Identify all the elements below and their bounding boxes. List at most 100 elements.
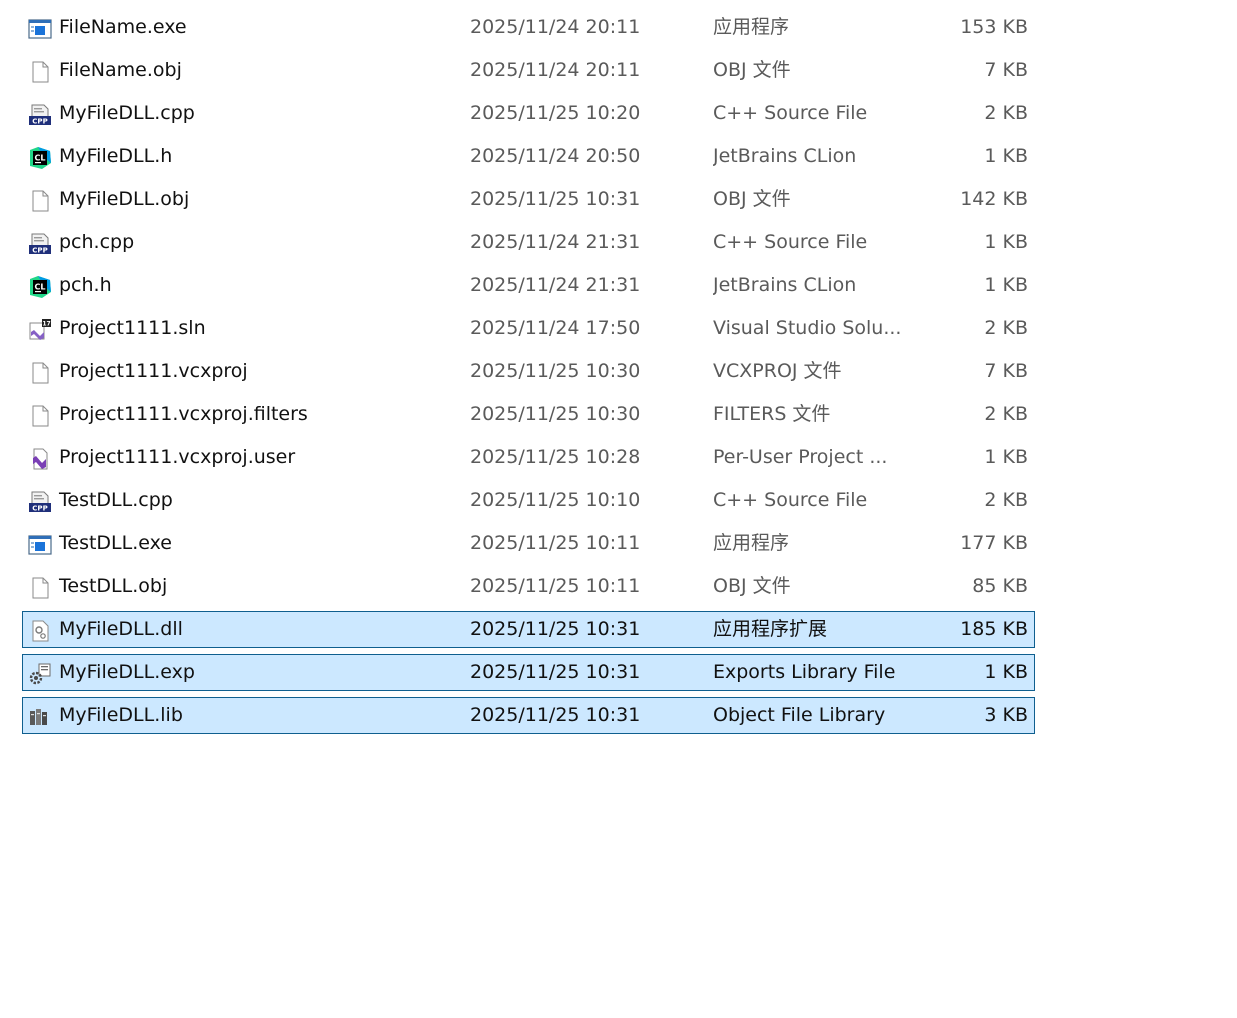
file-size: 1 KB	[984, 274, 1028, 296]
exports-gear-icon	[28, 663, 52, 685]
file-row[interactable]: TestDLL.obj 2025/11/25 10:11 OBJ 文件 85 KB	[22, 568, 1035, 605]
file-name: MyFileDLL.obj	[59, 188, 190, 210]
file-name: pch.cpp	[59, 231, 135, 253]
file-date-modified: 2025/11/24 21:31	[470, 274, 641, 296]
file-row[interactable]: 17 Project1111.sln 2025/11/24 17:50 Visual …	[22, 310, 1035, 347]
file-date-modified: 2025/11/25 10:30	[470, 403, 641, 425]
clion-icon: CL	[28, 276, 52, 298]
blank-file-icon	[28, 190, 52, 212]
blank-file-icon	[28, 405, 52, 427]
file-date-modified: 2025/11/24 20:50	[470, 145, 641, 167]
file-row[interactable]: Project1111.vcxproj 2025/11/25 10:30 VCXPR…	[22, 353, 1035, 390]
file-type: Exports Library File	[713, 661, 896, 683]
svg-text:CPP: CPP	[32, 118, 47, 126]
file-name: MyFileDLL.lib	[59, 704, 183, 726]
svg-text:CL: CL	[35, 283, 46, 292]
file-row[interactable]: FileName.exe 2025/11/24 20:11 应用程序 153 KB	[22, 9, 1035, 46]
file-date-modified: 2025/11/24 21:31	[470, 231, 641, 253]
svg-text:CL: CL	[35, 154, 46, 163]
file-name: FileName.exe	[59, 16, 187, 38]
file-size: 2 KB	[984, 403, 1028, 425]
file-size: 153 KB	[960, 16, 1028, 38]
blank-file-icon	[28, 61, 52, 83]
clion-icon: CL	[28, 147, 52, 169]
file-row[interactable]: MyFileDLL.obj 2025/11/25 10:31 OBJ 文件 142 K…	[22, 181, 1035, 218]
file-size: 1 KB	[984, 231, 1028, 253]
file-date-modified: 2025/11/25 10:11	[470, 575, 641, 597]
file-size: 2 KB	[984, 317, 1028, 339]
file-row[interactable]: CL MyFileDLL.h 2025/11/24 20:50 JetBrains C…	[22, 138, 1035, 175]
file-row[interactable]: CPP MyFileDLL.cpp 2025/11/25 10:20 C++ Sour…	[22, 95, 1035, 132]
visual-studio-file-icon	[28, 448, 52, 470]
file-size: 7 KB	[984, 59, 1028, 81]
file-date-modified: 2025/11/25 10:31	[470, 661, 641, 683]
file-size: 177 KB	[960, 532, 1028, 554]
file-date-modified: 2025/11/25 10:28	[470, 446, 641, 468]
file-size: 2 KB	[984, 489, 1028, 511]
dll-gear-file-icon	[28, 620, 52, 642]
file-size: 1 KB	[984, 661, 1028, 683]
file-date-modified: 2025/11/25 10:31	[470, 618, 641, 640]
blank-file-icon	[28, 577, 52, 599]
file-name: pch.h	[59, 274, 112, 296]
file-size: 185 KB	[960, 618, 1028, 640]
file-type: JetBrains CLion	[713, 145, 857, 167]
file-row[interactable]: FileName.obj 2025/11/24 20:11 OBJ 文件 7 KB	[22, 52, 1035, 89]
file-size: 3 KB	[984, 704, 1028, 726]
file-type: C++ Source File	[713, 102, 868, 124]
exe-app-icon	[28, 18, 52, 40]
blank-file-icon	[28, 362, 52, 384]
file-row[interactable]: CPP pch.cpp 2025/11/24 21:31 C++ Source Fil…	[22, 224, 1035, 261]
svg-text:CPP: CPP	[32, 505, 47, 513]
file-name: FileName.obj	[59, 59, 182, 81]
file-size: 7 KB	[984, 360, 1028, 382]
file-row[interactable]: MyFileDLL.dll 2025/11/25 10:31 应用程序扩展 185 K…	[22, 611, 1035, 648]
file-type: Object File Library	[713, 704, 886, 726]
file-type: OBJ 文件	[713, 575, 791, 597]
file-type: 应用程序扩展	[713, 618, 828, 640]
file-type: JetBrains CLion	[713, 274, 857, 296]
file-row[interactable]: MyFileDLL.exp 2025/11/25 10:31 Exports Lib…	[22, 654, 1035, 691]
file-row[interactable]: CPP TestDLL.cpp 2025/11/25 10:10 C++ Source…	[22, 482, 1035, 519]
file-date-modified: 2025/11/25 10:11	[470, 532, 641, 554]
file-name: Project1111.vcxproj	[59, 360, 248, 382]
file-date-modified: 2025/11/25 10:10	[470, 489, 641, 511]
visual-studio-solution-icon: 17	[28, 319, 52, 341]
file-size: 1 KB	[984, 446, 1028, 468]
file-date-modified: 2025/11/25 10:31	[470, 188, 641, 210]
file-row[interactable]: CL pch.h 2025/11/24 21:31 JetBrains CLion 1 …	[22, 267, 1035, 304]
exe-app-icon	[28, 534, 52, 556]
file-row[interactable]: Project1111.vcxproj.filters 2025/11/25 10…	[22, 396, 1035, 433]
file-row[interactable]: Project1111.vcxproj.user 2025/11/25 10:28…	[22, 439, 1035, 476]
cpp-file-icon: CPP	[28, 491, 52, 513]
cpp-file-icon: CPP	[28, 104, 52, 126]
svg-text:CPP: CPP	[32, 247, 47, 255]
file-type: VCXPROJ 文件	[713, 360, 842, 382]
file-name: Project1111.vcxproj.user	[59, 446, 296, 468]
svg-text:17: 17	[42, 321, 50, 328]
file-size: 1 KB	[984, 145, 1028, 167]
file-date-modified: 2025/11/25 10:20	[470, 102, 641, 124]
file-date-modified: 2025/11/24 20:11	[470, 16, 641, 38]
file-row[interactable]: MyFileDLL.lib 2025/11/25 10:31 Object File…	[22, 697, 1035, 734]
file-name: Project1111.sln	[59, 317, 206, 339]
file-name: MyFileDLL.exp	[59, 661, 195, 683]
file-size: 85 KB	[972, 575, 1028, 597]
file-date-modified: 2025/11/24 17:50	[470, 317, 641, 339]
file-row[interactable]: TestDLL.exe 2025/11/25 10:11 应用程序 177 KB	[22, 525, 1035, 562]
file-name: TestDLL.cpp	[59, 489, 173, 511]
file-name: Project1111.vcxproj.filters	[59, 403, 308, 425]
file-type: OBJ 文件	[713, 188, 791, 210]
file-type: C++ Source File	[713, 231, 868, 253]
file-type: Per-User Project ...	[713, 446, 888, 468]
cpp-file-icon: CPP	[28, 233, 52, 255]
file-date-modified: 2025/11/25 10:30	[470, 360, 641, 382]
file-type: 应用程序	[713, 16, 790, 38]
file-name: MyFileDLL.dll	[59, 618, 183, 640]
file-type: C++ Source File	[713, 489, 868, 511]
file-date-modified: 2025/11/24 20:11	[470, 59, 641, 81]
library-books-icon	[28, 706, 52, 728]
file-type: Visual Studio Solu...	[713, 317, 902, 339]
file-date-modified: 2025/11/25 10:31	[470, 704, 641, 726]
file-type: FILTERS 文件	[713, 403, 831, 425]
